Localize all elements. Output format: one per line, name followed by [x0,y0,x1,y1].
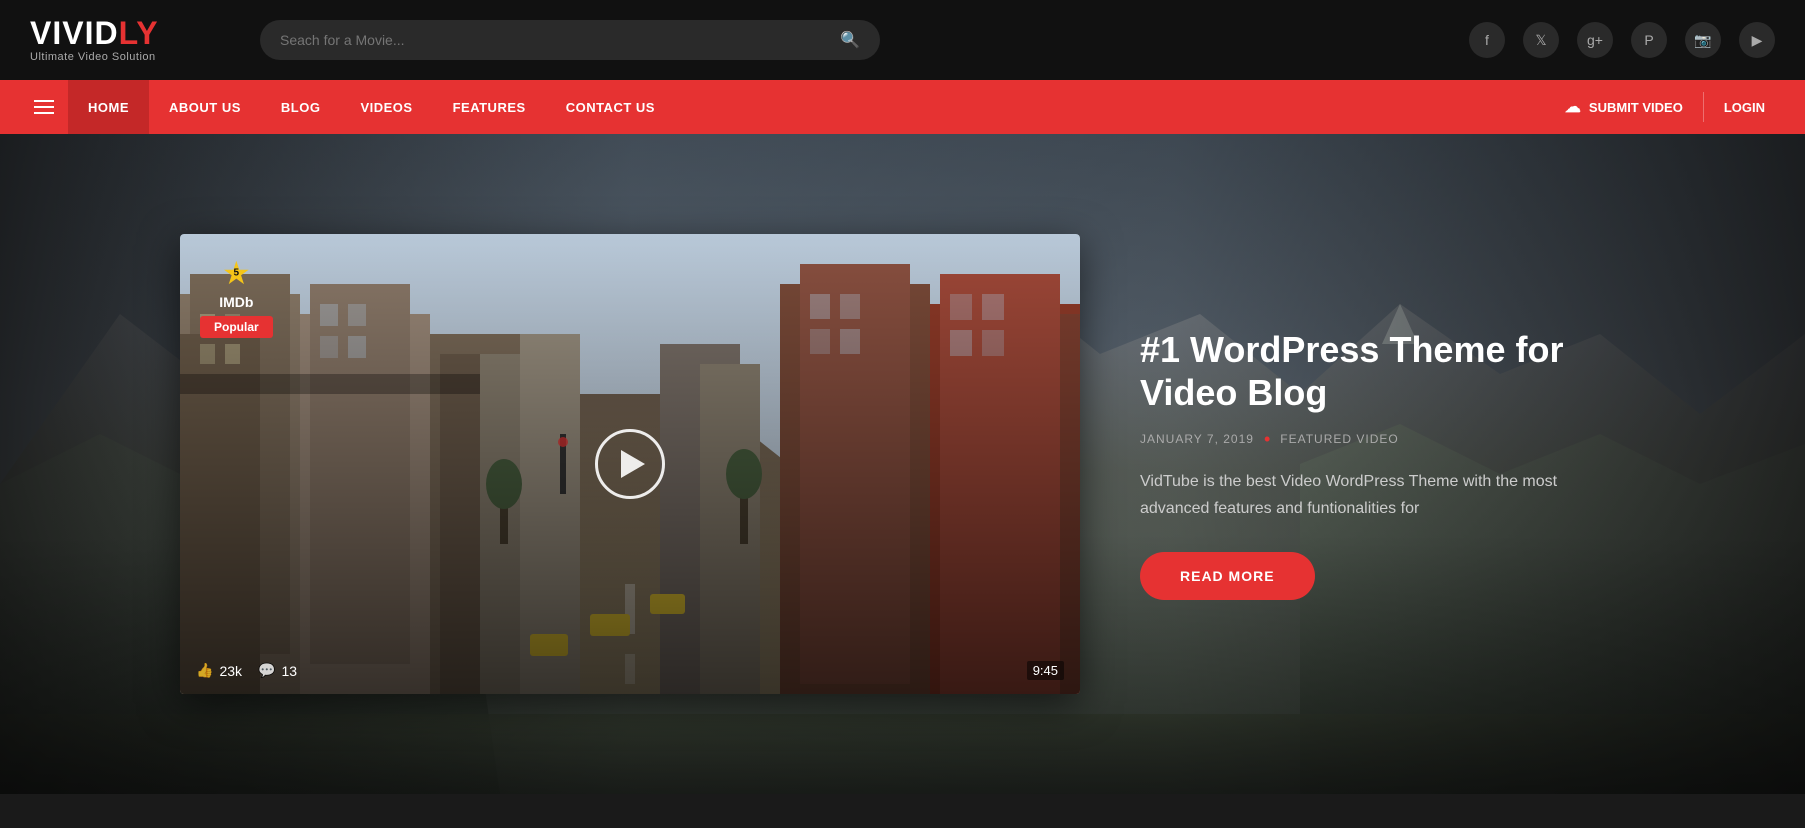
logo-vivid: VIVID [30,15,119,51]
logo-subtitle: Ultimate Video Solution [30,51,230,63]
nav-link-about[interactable]: ABOUT US [149,80,261,134]
hero-text-panel: #1 WordPress Theme for Video Blog JANUAR… [1140,328,1625,601]
comments-stat: 💬 13 [258,662,297,679]
nav-link-blog[interactable]: BLOG [261,80,341,134]
hero-date: JANUARY 7, 2019 [1140,432,1254,446]
hamburger-menu[interactable] [20,100,68,114]
read-more-button[interactable]: READ MORE [1140,552,1315,600]
video-duration: 9:45 [1027,661,1064,680]
thumbs-up-icon: 👍 [196,662,213,679]
nav-item-home: HOME [68,80,149,134]
hero-content: ★ 5 IMDb Popular 👍 23k [0,134,1805,794]
star-rating: ★ 5 [222,254,251,292]
nav-item-about: ABOUT US [149,80,261,134]
search-input[interactable] [280,32,830,48]
logo[interactable]: VIVIDLY Ultimate Video Solution [30,17,230,63]
imdb-label: IMDb [219,294,253,310]
video-card: ★ 5 IMDb Popular 👍 23k [180,234,1080,694]
hero-title: #1 WordPress Theme for Video Blog [1140,328,1625,414]
nav-item-contact: CONTACT US [546,80,675,134]
logo-ly: LY [119,15,159,51]
video-thumbnail: ★ 5 IMDb Popular 👍 23k [180,234,1080,694]
play-button[interactable] [595,429,665,499]
search-bar: 🔍 [260,20,880,60]
star-icon: ★ 5 [222,254,251,292]
pinterest-icon[interactable]: P [1631,22,1667,58]
video-stats: 👍 23k 💬 13 [196,662,297,679]
submit-video-label: SUBMIT VIDEO [1589,100,1683,115]
nav-right: ☁ SUBMIT VIDEO LOGIN [1545,92,1785,122]
nav-link-contact[interactable]: CONTACT US [546,80,675,134]
video-bottom-bar: 👍 23k 💬 13 9:45 [196,661,1064,680]
nav-item-features: FEATURES [433,80,546,134]
google-plus-icon[interactable]: g+ [1577,22,1613,58]
play-triangle-icon [621,450,645,478]
login-button[interactable]: LOGIN [1704,100,1785,115]
nav-items: HOME ABOUT US BLOG VIDEOS FEATURES CONTA… [68,80,675,134]
nav-item-blog: BLOG [261,80,341,134]
top-bar: VIVIDLY Ultimate Video Solution 🔍 f 𝕏 g+… [0,0,1805,80]
nav-link-videos[interactable]: VIDEOS [340,80,432,134]
popular-badge: Popular [200,316,273,338]
search-icon[interactable]: 🔍 [840,30,860,50]
facebook-icon[interactable]: f [1469,22,1505,58]
comment-icon: 💬 [258,662,275,679]
search-wrap: 🔍 [260,20,880,60]
nav-link-home[interactable]: HOME [68,80,149,134]
youtube-icon[interactable]: ▶ [1739,22,1775,58]
cloud-upload-icon: ☁ [1565,97,1581,117]
submit-video-button[interactable]: ☁ SUBMIT VIDEO [1545,97,1703,117]
nav-link-features[interactable]: FEATURES [433,80,546,134]
hero-description: VidTube is the best Video WordPress Them… [1140,468,1625,522]
hero-section: ★ 5 IMDb Popular 👍 23k [0,134,1805,794]
social-icons: f 𝕏 g+ P 📷 ▶ [1469,22,1775,58]
hero-meta: JANUARY 7, 2019 • FEATURED VIDEO [1140,430,1625,448]
rating-number: 5 [234,268,240,279]
imdb-badge: ★ 5 IMDb Popular [200,254,273,338]
comments-count: 13 [281,663,297,679]
twitter-icon[interactable]: 𝕏 [1523,22,1559,58]
nav-bar: HOME ABOUT US BLOG VIDEOS FEATURES CONTA… [0,80,1805,134]
nav-item-videos: VIDEOS [340,80,432,134]
instagram-icon[interactable]: 📷 [1685,22,1721,58]
meta-tag: FEATURED VIDEO [1280,432,1398,446]
likes-count: 23k [219,663,242,679]
meta-separator: • [1264,430,1270,448]
likes-stat: 👍 23k [196,662,242,679]
